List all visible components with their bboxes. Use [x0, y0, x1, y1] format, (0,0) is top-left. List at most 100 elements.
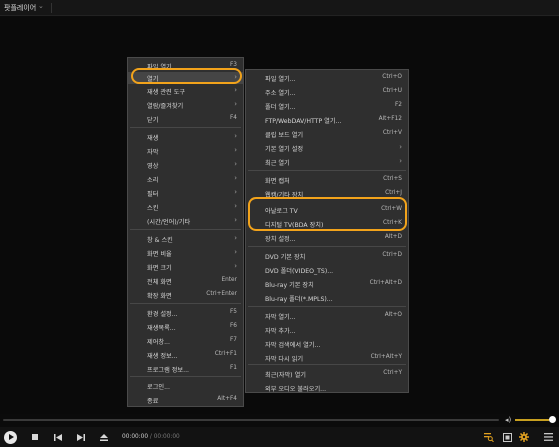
main-menu-item-7[interactable]: 영상 ›	[128, 159, 243, 171]
main-menu-item-4[interactable]: 닫기 F4	[128, 113, 243, 125]
open-submenu-item-shortcut: Ctrl+U	[382, 88, 402, 94]
eject-icon[interactable]	[99, 432, 109, 442]
menu-divider	[130, 376, 241, 377]
search-icon[interactable]	[484, 432, 494, 442]
title-separator	[51, 3, 52, 13]
main-menu-item-shortcut: Enter	[221, 277, 237, 283]
chevron-right-icon: ›	[234, 132, 237, 140]
open-submenu-item-13[interactable]: DVD 폴더(VIDEO_TS)...	[246, 264, 408, 276]
open-submenu-item-12[interactable]: DVD 기본 장치 Ctrl+D	[246, 250, 408, 262]
playlist-icon[interactable]	[502, 432, 512, 442]
current-time: 00:00:00	[122, 434, 149, 440]
stop-icon[interactable]	[30, 432, 40, 442]
open-submenu-item-18[interactable]: 자막 검색에서 열기...	[246, 338, 408, 350]
open-submenu-item-16[interactable]: 자막 열기... Alt+O	[246, 310, 408, 322]
main-menu-item-14[interactable]: 화면 크기 ›	[128, 261, 243, 273]
highlight-ring-open	[131, 68, 242, 84]
volume-knob[interactable]	[549, 416, 556, 423]
main-menu-item-label: 필터	[147, 191, 159, 198]
chevron-right-icon: ›	[399, 157, 402, 165]
main-menu-item-8[interactable]: 소리 ›	[128, 173, 243, 185]
previous-icon[interactable]	[53, 432, 63, 442]
main-menu-item-label: 닫기	[147, 117, 159, 124]
open-submenu-item-3[interactable]: FTP/WebDAV/HTTP 열기... Alt+F12	[246, 114, 408, 126]
open-submenu-item-7[interactable]: 화면 캡처 Ctrl+S	[246, 174, 408, 186]
chevron-right-icon: ›	[234, 160, 237, 168]
main-menu-item-label: 환경 설정...	[147, 311, 178, 318]
main-menu-item-19[interactable]: 제어창... F7	[128, 335, 243, 347]
main-menu-item-18[interactable]: 재생목록... F6	[128, 321, 243, 333]
main-menu-item-label: 종료	[147, 398, 159, 405]
chevron-down-icon[interactable]: ⌄	[38, 2, 44, 10]
main-menu-item-23[interactable]: 종료 Alt+F4	[128, 394, 243, 406]
open-submenu-item-label: 파일 열기...	[265, 76, 296, 83]
chevron-right-icon: ›	[234, 248, 237, 256]
open-submenu-item-label: 자막 검색에서 열기...	[265, 342, 321, 349]
main-menu-item-17[interactable]: 환경 설정... F5	[128, 307, 243, 319]
menu-divider	[248, 364, 406, 365]
main-menu-item-label: 재생목록...	[147, 325, 176, 332]
main-menu-item-6[interactable]: 자막 ›	[128, 145, 243, 157]
open-submenu-item-19[interactable]: 자막 다시 읽기 Ctrl+Alt+Y	[246, 352, 408, 364]
menu-divider	[130, 303, 241, 304]
main-menu-item-2[interactable]: 재생 관련 도구 ›	[128, 85, 243, 97]
main-menu-item-3[interactable]: 열람/즐겨찾기 ›	[128, 99, 243, 111]
open-submenu-item-1[interactable]: 주소 열기... Ctrl+U	[246, 86, 408, 98]
main-menu-item-label: 재생 관련 도구	[147, 89, 186, 96]
play-icon[interactable]	[4, 431, 17, 444]
next-icon[interactable]	[76, 432, 86, 442]
open-submenu-item-20[interactable]: 최근(자막) 열기 Ctrl+Y	[246, 368, 408, 380]
chevron-right-icon: ›	[234, 100, 237, 108]
open-submenu-item-shortcut: Ctrl+D	[382, 252, 402, 258]
main-menu-item-shortcut: Alt+F4	[217, 396, 237, 402]
open-submenu-item-14[interactable]: Blu-ray 기본 장치 Ctrl+Alt+D	[246, 278, 408, 290]
open-submenu-item-11[interactable]: 장치 설정... Alt+D	[246, 232, 408, 244]
volume-icon[interactable]: ◂)	[505, 416, 511, 424]
main-menu-item-shortcut: F7	[229, 337, 237, 343]
open-submenu-item-2[interactable]: 폴더 열기... F2	[246, 100, 408, 112]
main-menu-item-12[interactable]: 창 & 스킨 ›	[128, 233, 243, 245]
open-submenu-item-shortcut: Ctrl+J	[385, 190, 402, 196]
main-menu-item-16[interactable]: 확장 화면 Ctrl+Enter	[128, 289, 243, 301]
app-title[interactable]: 팟플레이어	[4, 3, 36, 13]
open-submenu-item-label: 기본 열기 설정	[265, 146, 304, 153]
main-menu-item-5[interactable]: 재생 ›	[128, 131, 243, 143]
main-menu-item-22[interactable]: 로그인...	[128, 380, 243, 392]
open-submenu-item-4[interactable]: 클립 보드 열기 Ctrl+V	[246, 128, 408, 140]
main-menu-item-13[interactable]: 화면 비율 ›	[128, 247, 243, 259]
main-menu-item-9[interactable]: 필터 ›	[128, 187, 243, 199]
chevron-right-icon: ›	[234, 262, 237, 270]
main-menu-item-15[interactable]: 전체 화면 Enter	[128, 275, 243, 287]
main-menu-item-label: 재생 정보...	[147, 353, 178, 360]
open-submenu-item-label: FTP/WebDAV/HTTP 열기...	[265, 118, 342, 125]
chevron-right-icon: ›	[234, 216, 237, 224]
volume-slider[interactable]	[515, 419, 549, 421]
open-submenu-item-label: 최근 열기	[265, 160, 290, 167]
open-submenu-item-5[interactable]: 기본 열기 설정 ›	[246, 142, 408, 154]
main-menu-item-10[interactable]: 스킨 ›	[128, 201, 243, 213]
open-submenu-item-0[interactable]: 파일 열기... Ctrl+O	[246, 72, 408, 84]
hamburger-icon[interactable]	[543, 432, 553, 442]
chevron-right-icon: ›	[399, 143, 402, 151]
main-menu-item-shortcut: Ctrl+Enter	[206, 291, 237, 297]
gear-icon[interactable]	[519, 432, 529, 442]
seek-bar[interactable]	[3, 419, 499, 421]
main-menu-item-shortcut: Ctrl+F1	[214, 351, 237, 357]
main-menu-item-label: 자막	[147, 149, 159, 156]
chevron-right-icon: ›	[234, 146, 237, 154]
highlight-ring-tv	[248, 197, 407, 231]
main-menu-item-label: 소리	[147, 177, 159, 184]
open-submenu-item-6[interactable]: 최근 열기 ›	[246, 156, 408, 168]
open-submenu-item-15[interactable]: Blu-ray 폴더(*.MPLS)...	[246, 292, 408, 304]
main-menu-item-11[interactable]: (시간/언어)/기타 ›	[128, 215, 243, 227]
main-context-menu: 파일 열기... F3 열기 › 재생 관련 도구 › 열람/즐겨찾기 › 닫기 F4 재생 › 자막 ›…	[127, 57, 244, 407]
open-submenu-item-shortcut: Ctrl+O	[382, 74, 402, 80]
open-submenu-item-17[interactable]: 자막 추가...	[246, 324, 408, 336]
open-submenu-item-shortcut: Alt+D	[384, 234, 402, 240]
main-menu-item-shortcut: F4	[229, 115, 237, 121]
open-submenu-item-21[interactable]: 외부 오디오 불러오기...	[246, 382, 408, 394]
main-menu-item-20[interactable]: 재생 정보... Ctrl+F1	[128, 349, 243, 361]
main-menu-item-label: 영상	[147, 163, 159, 170]
open-submenu-item-label: 자막 추가...	[265, 328, 296, 335]
main-menu-item-21[interactable]: 프로그램 정보... F1	[128, 363, 243, 375]
